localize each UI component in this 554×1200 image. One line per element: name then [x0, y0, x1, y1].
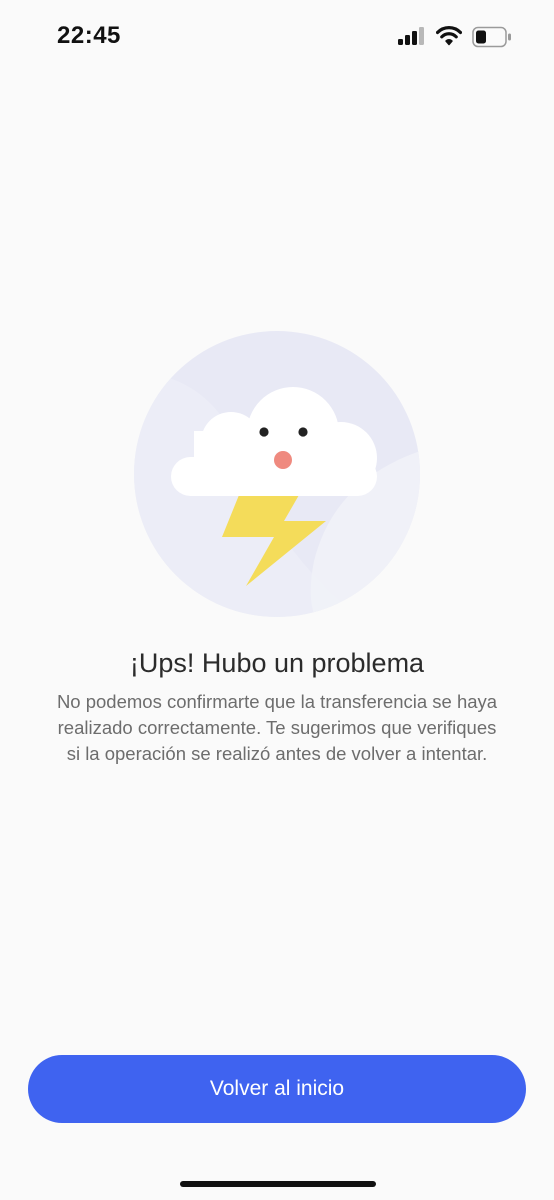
status-time: 22:45: [57, 22, 121, 49]
status-icons: [398, 26, 518, 50]
cellular-signal-icon: [398, 27, 424, 45]
status-bar: 22:45: [0, 0, 554, 76]
cloud-eye-left: [259, 427, 269, 437]
back-home-button[interactable]: Volver al inicio: [28, 1055, 526, 1123]
cloud-eye-right: [298, 427, 308, 437]
wifi-icon: [436, 26, 462, 46]
battery-icon: [472, 26, 511, 48]
cloud-mouth: [274, 451, 292, 469]
error-message: No podemos confirmarte que la transferen…: [56, 691, 498, 764]
storm-cloud-icon: [134, 331, 420, 617]
home-indicator: [180, 1181, 376, 1187]
error-title: ¡Ups! Hubo un problema: [129, 648, 425, 678]
